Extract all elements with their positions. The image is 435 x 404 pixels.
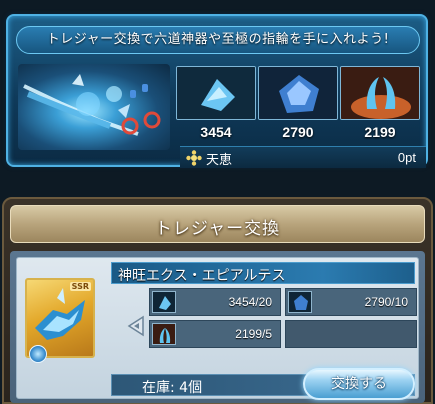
weapon-rings-artwork xyxy=(18,64,170,150)
panel-header: トレジャー交換 xyxy=(10,205,425,243)
tenkei-label: 天恵 xyxy=(206,153,233,168)
banner-title: トレジャー交換で六道神器や至極の指輪を手に入れよう! xyxy=(16,26,420,54)
tenkei-value: 0pt xyxy=(397,150,416,165)
exchange-item-card: 神旺エクス・エピアルテス SSR 3454/20 2790/10 2199/5 … xyxy=(16,257,419,400)
requirements-grid: 3454/20 2790/10 2199/5 xyxy=(149,288,417,350)
tenkei-points-bar: 天恵 0pt xyxy=(180,146,426,168)
dark-blue-gem-icon xyxy=(288,291,312,313)
material-slot-1[interactable] xyxy=(176,66,256,120)
material-count-3: 2199 xyxy=(364,124,396,140)
treasure-banner: トレジャー交換で六道神器や至極の指輪を手に入れよう! 3454 2790 219… xyxy=(6,14,428,168)
rarity-badge: SSR xyxy=(69,282,91,291)
exchange-button[interactable]: 交換する xyxy=(303,368,415,400)
material-count-1: 3454 xyxy=(200,124,232,140)
triangle-left-icon xyxy=(127,315,144,337)
item-name: 神旺エクス・エピアルテス xyxy=(118,268,286,284)
requirement-3: 2199/5 xyxy=(149,320,281,348)
item-name-bar: 神旺エクス・エピアルテス xyxy=(111,262,415,284)
material-count-2: 2790 xyxy=(282,124,314,140)
material-slot-2[interactable] xyxy=(258,66,338,120)
requirement-2-text: 2790/10 xyxy=(364,295,408,309)
stock-label: 在庫: 4個 xyxy=(142,380,203,396)
tenkei-flower-icon xyxy=(186,150,202,166)
requirement-1: 3454/20 xyxy=(149,288,281,316)
requirement-3-text: 2199/5 xyxy=(235,327,272,341)
blue-crystal-icon xyxy=(152,291,176,313)
blue-horns-icon xyxy=(152,323,176,345)
requirement-1-text: 3454/20 xyxy=(228,295,272,309)
exchange-button-label: 交換する xyxy=(331,376,387,392)
water-element-icon xyxy=(29,345,47,363)
panel-body: 神旺エクス・エピアルテス SSR 3454/20 2790/10 2199/5 … xyxy=(10,251,425,403)
requirement-2: 2790/10 xyxy=(285,288,417,316)
material-slot-3[interactable] xyxy=(340,66,420,120)
treasure-exchange-panel: トレジャー交換 神旺エクス・エピアルテス SSR 3454/20 2790/10… xyxy=(2,197,433,404)
panel-title: トレジャー交換 xyxy=(154,219,281,239)
requirement-empty xyxy=(285,320,417,348)
